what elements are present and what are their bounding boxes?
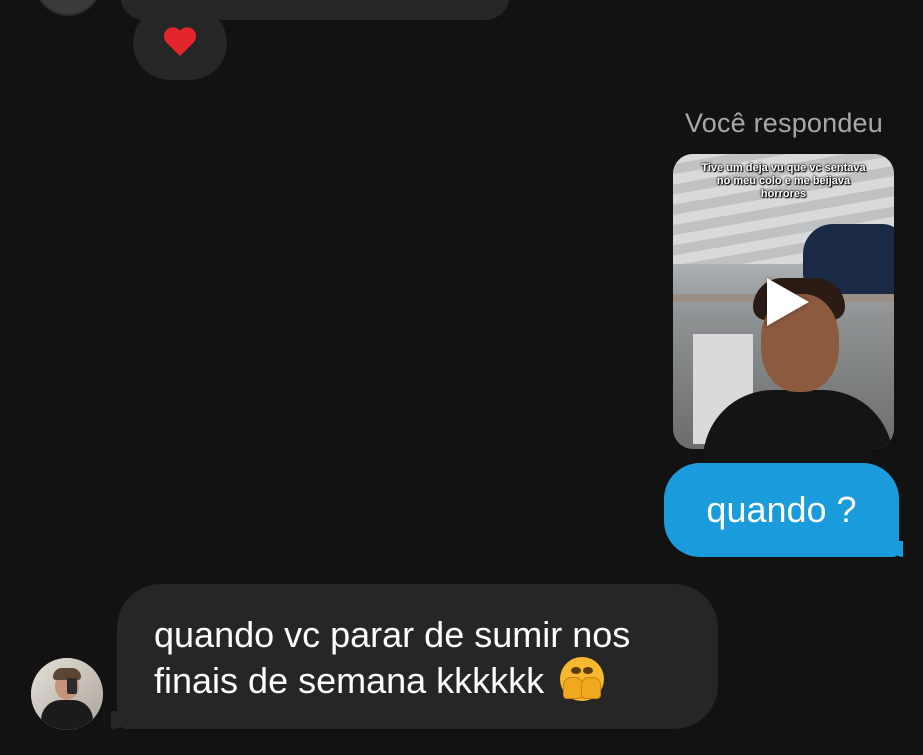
contact-avatar-top[interactable] [34,0,102,16]
play-icon[interactable] [767,278,809,326]
emoji-left-hand [563,677,584,699]
replied-video-preview[interactable]: Tive um deja vu que vc sentava no meu co… [673,154,894,449]
sent-message-bubble[interactable]: quando ? [664,463,903,557]
emoji-right-hand [581,677,602,699]
reply-context-label: Você respondeu [685,108,883,138]
avatar-body [41,700,93,730]
red-heart-icon [163,28,197,58]
emoji-left-eye [571,667,582,674]
received-message-bubble[interactable]: quando vc parar de sumir nos finais de s… [111,584,718,729]
contact-avatar[interactable] [31,658,103,730]
reaction-bubble[interactable] [133,6,227,80]
emoji-right-eye [583,667,594,674]
sent-message-text: quando ? [706,489,857,530]
received-message: quando vc parar de sumir nos finais de s… [154,612,690,703]
face-with-open-eyes-and-hand-over-mouth-icon [560,657,605,701]
received-message-text: quando vc parar de sumir nos finais de s… [154,614,631,701]
avatar-phone [67,678,77,694]
video-caption: Tive um deja vu que vc sentava no meu co… [701,162,866,200]
